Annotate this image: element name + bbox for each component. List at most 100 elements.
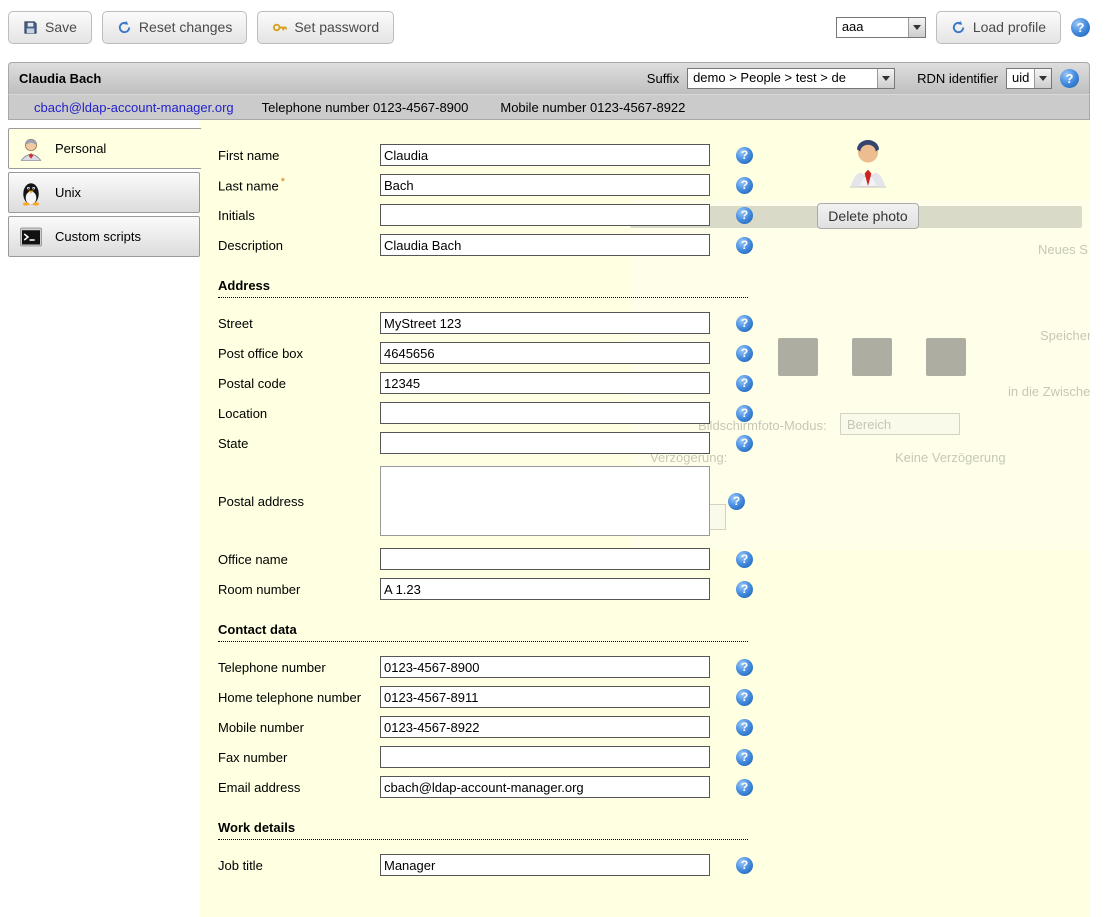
tab-unix[interactable]: Unix bbox=[8, 172, 200, 213]
field-label: Initials bbox=[218, 208, 380, 223]
form-row: Last name* bbox=[218, 174, 1090, 196]
form-row: Post office box bbox=[218, 342, 1090, 364]
delete-photo-button[interactable]: Delete photo bbox=[817, 203, 918, 229]
form-row: Postal address bbox=[218, 462, 1090, 540]
help-icon[interactable] bbox=[736, 749, 753, 766]
help-icon[interactable] bbox=[736, 857, 753, 874]
location-input[interactable] bbox=[380, 402, 710, 424]
help-icon[interactable] bbox=[736, 345, 753, 362]
tab-personal[interactable]: Personal bbox=[8, 128, 202, 169]
email-address-input[interactable] bbox=[380, 776, 710, 798]
form-column: First name Last name* Initials Descripti… bbox=[218, 144, 1090, 876]
suffix-select[interactable]: demo > People > test > de bbox=[687, 68, 895, 89]
form-row: Email address bbox=[218, 776, 1090, 798]
initials-input[interactable] bbox=[380, 204, 710, 226]
rdn-select[interactable]: uid bbox=[1006, 68, 1052, 89]
save-icon bbox=[23, 20, 38, 35]
description-input[interactable] bbox=[380, 234, 710, 256]
help-icon[interactable] bbox=[736, 719, 753, 736]
state-input[interactable] bbox=[380, 432, 710, 454]
tab-custom-scripts[interactable]: Custom scripts bbox=[8, 216, 200, 257]
fax-number-input[interactable] bbox=[380, 746, 710, 768]
help-icon[interactable] bbox=[736, 147, 753, 164]
reset-changes-button[interactable]: Reset changes bbox=[102, 11, 247, 44]
form-row: Home telephone number bbox=[218, 686, 1090, 708]
account-title: Claudia Bach bbox=[19, 71, 101, 86]
help-icon[interactable] bbox=[1071, 18, 1090, 37]
field-label: State bbox=[218, 436, 380, 451]
account-telephone: Telephone number 0123-4567-8900 bbox=[262, 100, 469, 115]
help-icon[interactable] bbox=[736, 405, 753, 422]
photo-box: Delete photo bbox=[812, 136, 924, 229]
account-header-row1: Claudia Bach Suffix demo > People > test… bbox=[8, 62, 1090, 94]
street-input[interactable] bbox=[380, 312, 710, 334]
refresh-icon bbox=[951, 20, 966, 35]
home-telephone-number-input[interactable] bbox=[380, 686, 710, 708]
help-icon[interactable] bbox=[736, 435, 753, 452]
help-icon[interactable] bbox=[736, 375, 753, 392]
lam-user-edit-page: Save Reset changes Set password aaa bbox=[0, 0, 1106, 917]
field-label: Telephone number bbox=[218, 660, 380, 675]
action-toolbar: Save Reset changes Set password aaa bbox=[0, 0, 1106, 54]
form-row: Mobile number bbox=[218, 716, 1090, 738]
module-sidebar: Personal Unix Custom scripts bbox=[8, 120, 200, 917]
post-office-box-input[interactable] bbox=[380, 342, 710, 364]
form-row: Postal code bbox=[218, 372, 1090, 394]
last-name-input[interactable] bbox=[380, 174, 710, 196]
reset-changes-label: Reset changes bbox=[139, 19, 232, 35]
form-row: State bbox=[218, 432, 1090, 454]
help-icon[interactable] bbox=[736, 779, 753, 796]
field-label: Home telephone number bbox=[218, 690, 380, 705]
account-header: Claudia Bach Suffix demo > People > test… bbox=[8, 62, 1090, 120]
help-icon[interactable] bbox=[736, 177, 753, 194]
chevron-down-icon bbox=[877, 69, 894, 88]
help-icon[interactable] bbox=[736, 551, 753, 568]
postal-code-input[interactable] bbox=[380, 372, 710, 394]
help-icon[interactable] bbox=[736, 659, 753, 676]
field-label: Last name* bbox=[218, 176, 380, 193]
terminal-icon bbox=[17, 223, 45, 251]
field-label: Description bbox=[218, 238, 380, 253]
field-label: Office name bbox=[218, 552, 380, 567]
form-row: Description bbox=[218, 234, 1090, 256]
suffix-label: Suffix bbox=[647, 71, 679, 86]
profile-select-value: aaa bbox=[837, 18, 908, 37]
profile-select[interactable]: aaa bbox=[836, 17, 926, 38]
form-row: Fax number bbox=[218, 746, 1090, 768]
tab-unix-label: Unix bbox=[55, 185, 81, 200]
field-label: Location bbox=[218, 406, 380, 421]
save-button[interactable]: Save bbox=[8, 11, 92, 44]
person-icon bbox=[17, 135, 45, 163]
suffix-select-value: demo > People > test > de bbox=[688, 69, 877, 88]
load-profile-button[interactable]: Load profile bbox=[936, 11, 1061, 44]
mobile-number-input[interactable] bbox=[380, 716, 710, 738]
required-marker: * bbox=[281, 176, 285, 188]
room-number-input[interactable] bbox=[380, 578, 710, 600]
set-password-button[interactable]: Set password bbox=[257, 11, 394, 44]
section-title-address: Address bbox=[218, 276, 748, 298]
field-label: Post office box bbox=[218, 346, 380, 361]
user-photo bbox=[845, 136, 891, 188]
field-label: Room number bbox=[218, 582, 380, 597]
help-icon[interactable] bbox=[728, 493, 745, 510]
account-email-link[interactable]: cbach@ldap-account-manager.org bbox=[34, 100, 234, 115]
form-row: Initials bbox=[218, 204, 1090, 226]
form-row: Location bbox=[218, 402, 1090, 424]
help-icon[interactable] bbox=[736, 237, 753, 254]
form-row: Street bbox=[218, 312, 1090, 334]
job-title-input[interactable] bbox=[380, 854, 710, 876]
help-icon[interactable] bbox=[736, 315, 753, 332]
help-icon[interactable] bbox=[1060, 69, 1079, 88]
postal-address-textarea[interactable] bbox=[380, 466, 710, 536]
office-name-input[interactable] bbox=[380, 548, 710, 570]
help-icon[interactable] bbox=[736, 689, 753, 706]
telephone-number-input[interactable] bbox=[380, 656, 710, 678]
field-label: Email address bbox=[218, 780, 380, 795]
field-label: Fax number bbox=[218, 750, 380, 765]
first-name-input[interactable] bbox=[380, 144, 710, 166]
help-icon[interactable] bbox=[736, 581, 753, 598]
personal-tab-content: Neues S Speichern in die Zwischenablage … bbox=[200, 120, 1090, 917]
help-icon[interactable] bbox=[736, 207, 753, 224]
section-title-work: Work details bbox=[218, 818, 748, 840]
account-mobile: Mobile number 0123-4567-8922 bbox=[500, 100, 685, 115]
